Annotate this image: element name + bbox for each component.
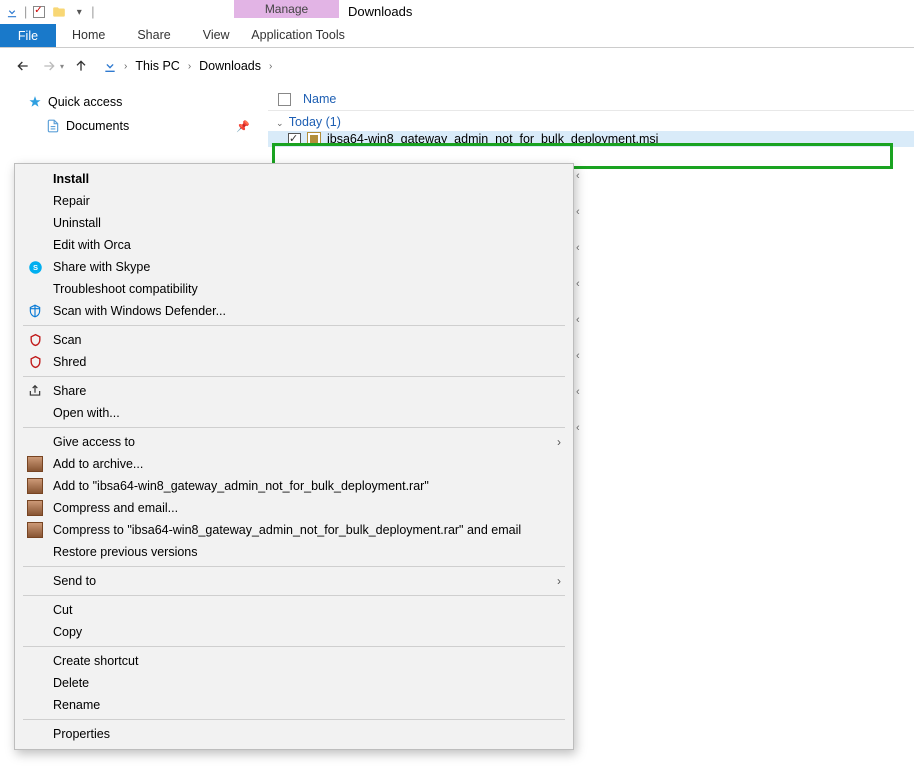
menu-copy[interactable]: Copy <box>15 621 573 643</box>
menu-shred[interactable]: Shred <box>15 351 573 373</box>
menu-compress-rar-email[interactable]: Compress to "ibsa64-win8_gateway_admin_n… <box>15 519 573 541</box>
breadcrumb-this-pc[interactable]: This PC <box>133 57 181 75</box>
menu-properties[interactable]: Properties <box>15 723 573 745</box>
up-button[interactable] <box>72 57 90 75</box>
recent-locations-button[interactable]: ▾ <box>60 62 64 71</box>
star-icon <box>28 95 42 109</box>
chevron-right-icon[interactable]: › <box>122 61 129 72</box>
column-name[interactable]: Name <box>303 92 336 106</box>
qat-dropdown-icon[interactable]: ▾ <box>71 4 87 20</box>
context-menu: Install Repair Uninstall Edit with Orca … <box>14 163 574 750</box>
chevron-right-icon: › <box>557 574 561 588</box>
forward-button[interactable] <box>40 57 58 75</box>
menu-give-access[interactable]: Give access to› <box>15 431 573 453</box>
menu-delete[interactable]: Delete <box>15 672 573 694</box>
menu-cut[interactable]: Cut <box>15 599 573 621</box>
skype-icon: S <box>27 259 43 275</box>
file-tab[interactable]: File <box>0 24 56 47</box>
nav-pane: Quick access Documents 📌 <box>0 84 268 147</box>
document-icon <box>46 119 60 133</box>
chevron-right-icon: › <box>557 435 561 449</box>
column-header: Name <box>268 90 914 111</box>
menu-restore-versions[interactable]: Restore previous versions <box>15 541 573 563</box>
menu-defender[interactable]: Scan with Windows Defender... <box>15 300 573 322</box>
rar-icon <box>27 456 43 472</box>
group-today[interactable]: ⌄ Today (1) <box>268 111 914 129</box>
ribbon: File Home Share View Application Tools <box>0 24 914 48</box>
chevron-down-icon: ⌄ <box>276 118 284 128</box>
rar-icon <box>27 478 43 494</box>
menu-edit-orca[interactable]: Edit with Orca <box>15 234 573 256</box>
menu-troubleshoot[interactable]: Troubleshoot compatibility <box>15 278 573 300</box>
hidden-columns: ‹‹‹‹‹‹‹‹ <box>576 170 580 434</box>
window-title: Downloads <box>348 4 412 19</box>
share-tab[interactable]: Share <box>121 24 186 47</box>
chevron-right-icon[interactable]: › <box>186 61 193 72</box>
folder-icon <box>51 4 67 20</box>
menu-send-to[interactable]: Send to› <box>15 570 573 592</box>
menu-add-rar[interactable]: Add to "ibsa64-win8_gateway_admin_not_fo… <box>15 475 573 497</box>
select-all-checkbox[interactable] <box>278 93 291 106</box>
menu-rename[interactable]: Rename <box>15 694 573 716</box>
group-label: Today (1) <box>289 115 341 129</box>
home-tab[interactable]: Home <box>56 24 121 47</box>
menu-share-skype[interactable]: S Share with Skype <box>15 256 573 278</box>
menu-create-shortcut[interactable]: Create shortcut <box>15 650 573 672</box>
download-icon <box>102 58 118 74</box>
back-button[interactable] <box>14 57 32 75</box>
menu-share[interactable]: Share <box>15 380 573 402</box>
shield-icon <box>27 303 43 319</box>
menu-compress-email[interactable]: Compress and email... <box>15 497 573 519</box>
file-list: Name ⌄ Today (1) ibsa64-win8_gateway_adm… <box>268 84 914 147</box>
title-bar: | ▾ | Manage Downloads <box>0 0 914 24</box>
menu-scan[interactable]: Scan <box>15 329 573 351</box>
breadcrumb: › This PC › Downloads › <box>102 57 274 75</box>
pin-icon[interactable]: 📌 <box>236 120 250 133</box>
rar-icon <box>27 522 43 538</box>
mcafee-icon <box>27 332 43 348</box>
menu-install[interactable]: Install <box>15 168 573 190</box>
menu-add-archive[interactable]: Add to archive... <box>15 453 573 475</box>
quick-access[interactable]: Quick access <box>24 92 268 112</box>
rar-icon <box>27 500 43 516</box>
application-tools-tab[interactable]: Application Tools <box>246 24 351 47</box>
download-icon <box>4 4 20 20</box>
documents-label: Documents <box>66 119 129 133</box>
menu-repair[interactable]: Repair <box>15 190 573 212</box>
breadcrumb-downloads[interactable]: Downloads <box>197 57 263 75</box>
svg-text:S: S <box>32 263 37 272</box>
menu-open-with[interactable]: Open with... <box>15 402 573 424</box>
quick-access-label: Quick access <box>48 95 122 109</box>
chevron-right-icon[interactable]: › <box>267 61 274 72</box>
sidebar-item-documents[interactable]: Documents 📌 <box>42 116 268 136</box>
manage-tab[interactable]: Manage <box>234 0 339 18</box>
view-tab[interactable]: View <box>187 24 246 47</box>
share-icon <box>27 383 43 399</box>
qat-check-icon[interactable] <box>31 4 47 20</box>
menu-uninstall[interactable]: Uninstall <box>15 212 573 234</box>
nav-bar: ▾ › This PC › Downloads › <box>0 48 914 84</box>
mcafee-icon <box>27 354 43 370</box>
